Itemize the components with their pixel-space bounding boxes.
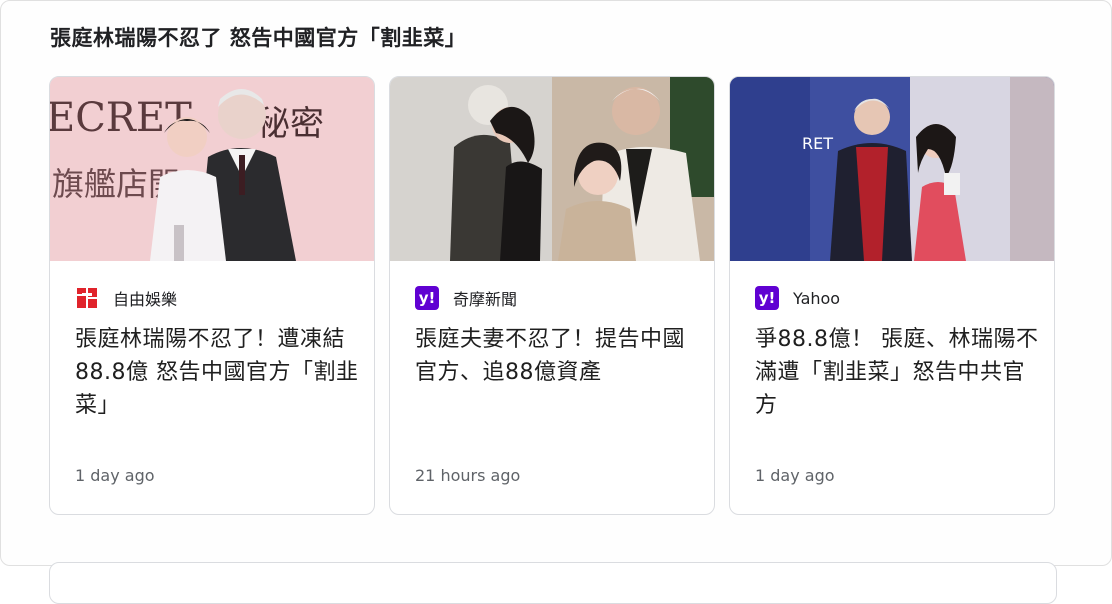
source-row: y! 奇摩新聞 <box>415 286 517 310</box>
source-row: 自由娛樂 <box>75 286 177 310</box>
svg-text:秘密: 秘密 <box>256 104 324 144</box>
news-thumbnail[interactable]: RET <box>730 77 1054 261</box>
news-card-yahoo-kimo[interactable]: y! 奇摩新聞 張庭夫妻不忍了！提告中國官方、追88億資產 21 hours a… <box>389 76 715 515</box>
svg-text:RET: RET <box>802 134 833 153</box>
ltn-logo-icon <box>75 286 99 310</box>
yahoo-logo-icon: y! <box>755 286 779 310</box>
news-card-ltn[interactable]: ECRET 秘密 旗艦店開 自由娛樂 張庭林瑞陽不忍了！遭凍結88.8億 怒告中… <box>49 76 375 515</box>
news-headline[interactable]: 張庭夫妻不忍了！提告中國官方、追88億資產 <box>415 323 700 389</box>
source-name: Yahoo <box>793 288 841 308</box>
source-name: 自由娛樂 <box>113 290 178 309</box>
news-timestamp: 21 hours ago <box>415 466 521 485</box>
news-headline[interactable]: 爭88.8億！ 張庭、林瑞陽不滿遭「割韭菜」怒告中共官方 <box>755 323 1040 422</box>
news-card-yahoo[interactable]: RET y! Yahoo 爭88.8億！ 張庭、林瑞陽不滿遭「割韭菜」怒告中共官… <box>729 76 1055 515</box>
news-timestamp: 1 day ago <box>755 466 835 485</box>
news-headline[interactable]: 張庭林瑞陽不忍了！遭凍結88.8億 怒告中國官方「割韭菜」 <box>75 323 360 422</box>
yahoo-logo-icon: y! <box>415 286 439 310</box>
section-title: 張庭林瑞陽不忍了 怒告中國官方「割韭菜」 <box>50 26 467 50</box>
news-thumbnail[interactable] <box>390 77 714 261</box>
news-thumbnail[interactable]: ECRET 秘密 旗艦店開 <box>50 77 374 261</box>
news-timestamp: 1 day ago <box>75 466 155 485</box>
source-name: 奇摩新聞 <box>453 290 518 309</box>
source-row: y! Yahoo <box>755 286 840 310</box>
next-card-edge[interactable] <box>49 562 1057 604</box>
